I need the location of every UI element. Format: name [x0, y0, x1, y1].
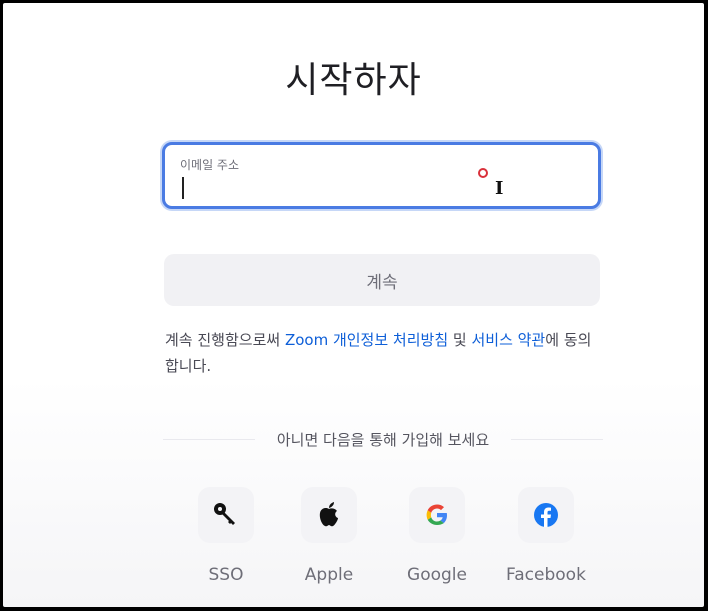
email-field-label: 이메일 주소 — [180, 158, 240, 172]
google-label: Google — [407, 565, 467, 585]
sso-tile — [198, 487, 254, 543]
page-title: 시작하자 — [285, 60, 422, 101]
legal-prefix: 계속 진행함으로써 — [165, 331, 285, 349]
facebook-label: Facebook — [506, 565, 586, 585]
apple-icon — [319, 502, 338, 527]
sso-login-button[interactable]: SSO — [186, 487, 266, 585]
facebook-login-button[interactable]: Facebook — [506, 487, 586, 585]
google-login-button[interactable]: Google — [397, 487, 477, 585]
signup-window: 시작하자 이메일 주소 I 계속 계속 진행함으로써 Zoom 개인정보 처리방… — [3, 3, 704, 607]
facebook-tile — [518, 487, 574, 543]
google-tile — [409, 487, 465, 543]
key-icon — [214, 503, 235, 525]
apple-label: Apple — [304, 565, 354, 585]
ibeam-cursor-icon: I — [495, 178, 504, 199]
facebook-icon — [534, 503, 558, 527]
legal-and: 및 — [448, 331, 472, 349]
divider-line-right — [511, 439, 603, 440]
legal-notice: 계속 진행함으로써 Zoom 개인정보 처리방침 및 서비스 약관에 동의합니다… — [165, 327, 605, 379]
sso-label: SSO — [208, 565, 244, 585]
click-indicator-icon — [478, 168, 488, 178]
google-icon — [426, 504, 447, 525]
apple-tile — [301, 487, 357, 543]
or-divider: 아니면 다음을 통해 가입해 보세요 — [163, 429, 603, 451]
apple-login-button[interactable]: Apple — [289, 487, 369, 585]
privacy-policy-link[interactable]: Zoom 개인정보 처리방침 — [285, 331, 448, 349]
email-field[interactable]: 이메일 주소 I — [162, 142, 601, 209]
terms-of-service-link[interactable]: 서비스 약관 — [471, 331, 545, 349]
text-caret — [182, 177, 184, 199]
sso-options: SSO Apple Google Facebook — [186, 487, 596, 587]
continue-button[interactable]: 계속 — [164, 254, 600, 306]
